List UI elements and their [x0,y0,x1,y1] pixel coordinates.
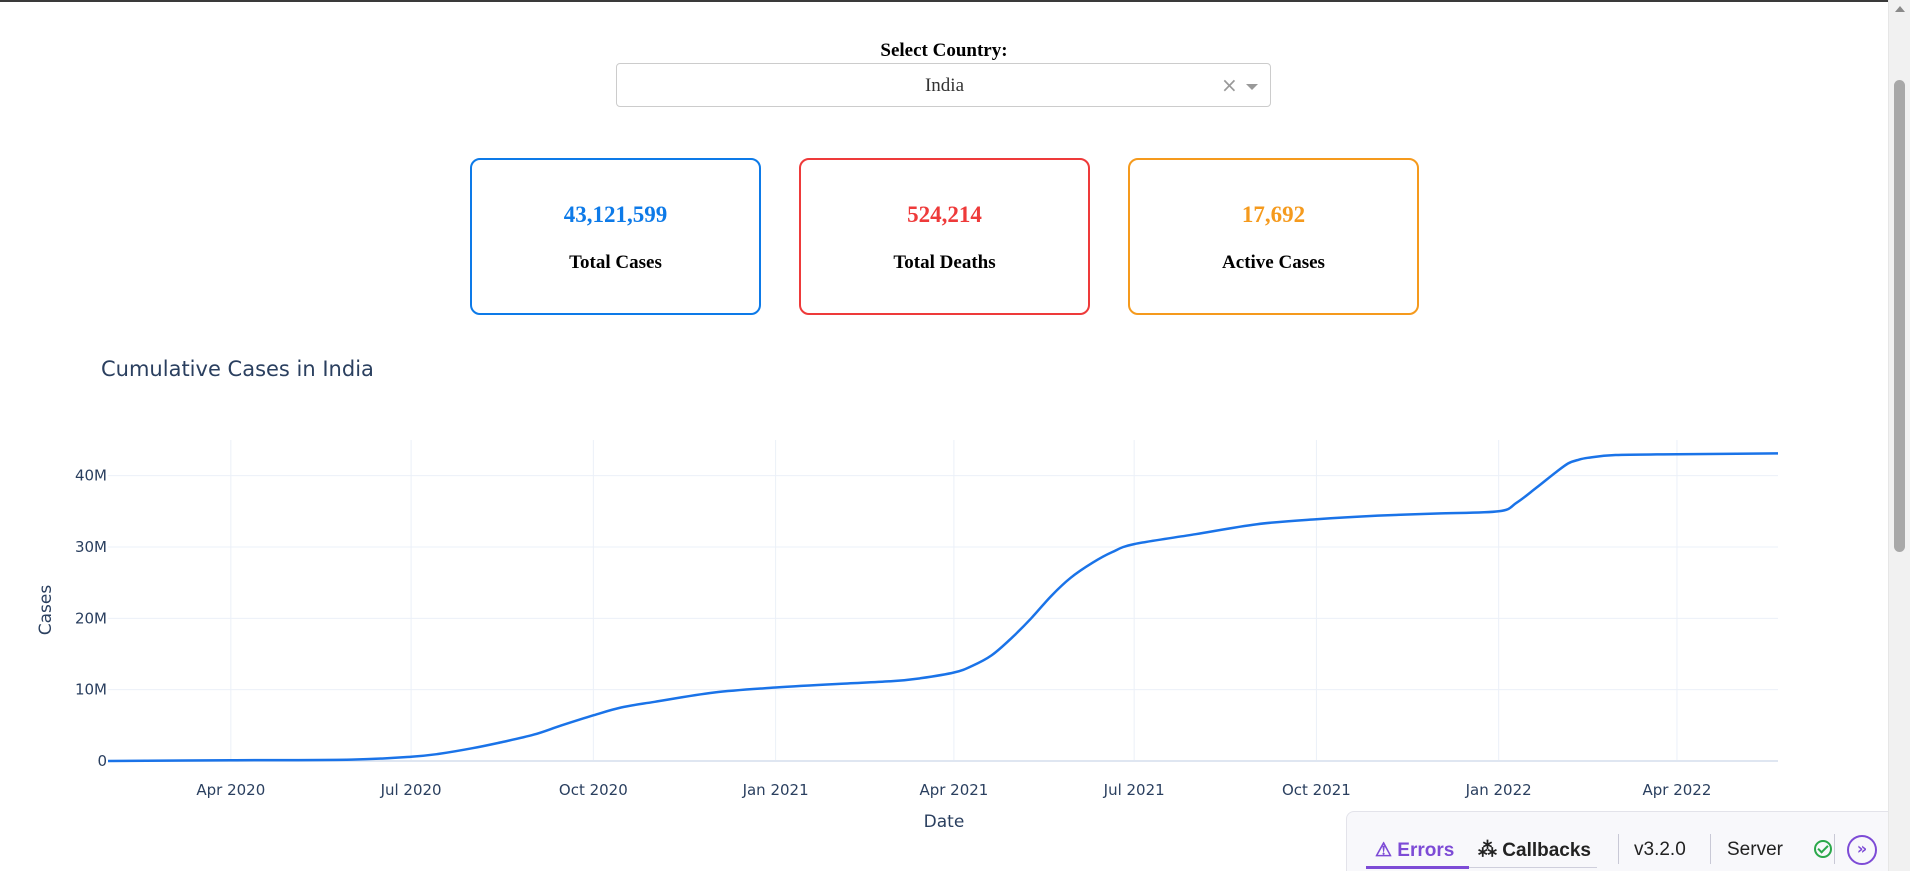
x-tick-label: Jul 2020 [380,781,442,799]
separator [1710,834,1711,864]
x-tick-label: Apr 2021 [919,781,988,799]
collapse-toggle-icon[interactable]: » [1847,835,1877,865]
check-circle-icon [1814,840,1832,858]
y-tick-labels: 0 10M 20M 30M 40M [75,467,107,770]
y-tick-label: 0 [97,752,107,770]
y-tick-label: 20M [75,609,107,627]
x-tick-label: Apr 2022 [1643,781,1712,799]
y-gridlines [108,475,1778,762]
cases-line-chart: 0 10M 20M 30M 40M Apr 2020 Jul 2020 Oct 2020 Ja… [36,440,1779,832]
x-tick-label: Jan 2021 [742,781,809,799]
errors-tab-underline [1366,866,1469,869]
x-tick-label: Oct 2021 [1282,781,1351,799]
separator [1834,834,1835,864]
vertical-scrollbar[interactable] [1888,0,1910,871]
x-tick-label: Jan 2022 [1465,781,1532,799]
scrollbar-thumb[interactable] [1894,80,1905,552]
scroll-up-arrow-icon[interactable] [1895,6,1905,12]
callbacks-tab[interactable]: ⁂ Callbacks [1478,839,1591,862]
x-gridlines [230,440,1678,761]
y-tick-label: 40M [75,467,107,485]
dash-devtools-bar: ⚠ Errors ⁂ Callbacks v3.2.0 Server » [1346,811,1888,871]
x-axis-title: Date [924,812,965,832]
x-tick-labels: Apr 2020 Jul 2020 Oct 2020 Jan 2021 Apr 2021… [196,781,1711,799]
version-label: v3.2.0 [1634,839,1686,860]
x-tick-label: Oct 2020 [559,781,628,799]
cases-series-line [107,452,1779,763]
x-tick-label: Jul 2021 [1103,781,1165,799]
y-tick-label: 10M [75,681,107,699]
errors-tab[interactable]: ⚠ Errors [1375,839,1454,862]
server-status-label: Server [1727,839,1783,860]
separator [1618,834,1619,864]
y-axis-title: Cases [36,585,56,636]
tab-divider [1469,867,1597,868]
y-tick-label: 30M [75,538,107,556]
x-tick-label: Apr 2020 [196,781,265,799]
